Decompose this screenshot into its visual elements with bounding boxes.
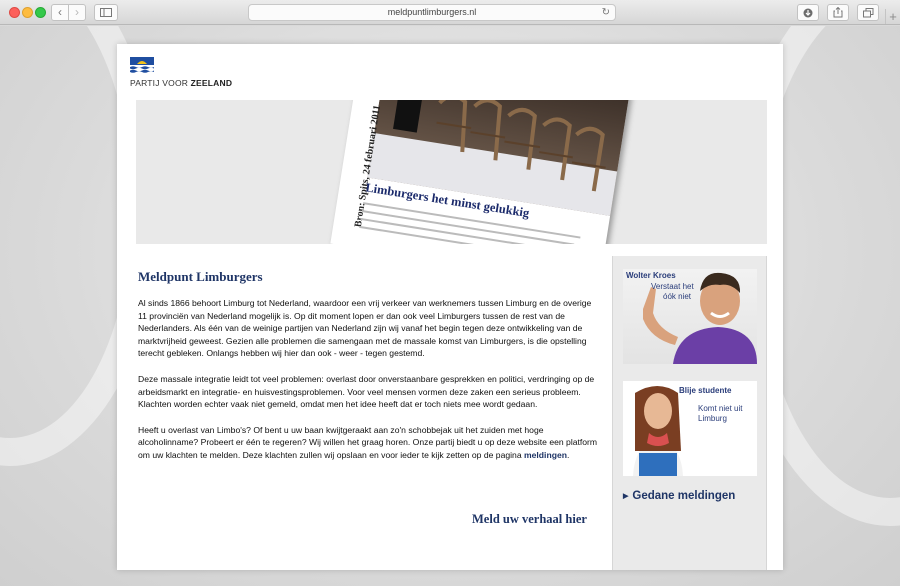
- download-icon: [803, 8, 813, 18]
- clipping-text-line: [361, 210, 575, 244]
- ad1-title: Wolter Kroes: [626, 271, 676, 280]
- url-text: meldpuntlimburgers.nl: [387, 7, 477, 17]
- address-bar[interactable]: meldpuntlimburgers.nl ↻: [248, 4, 616, 21]
- header-banner: Bron: Spits, 24 februari 2011 Limburgers…: [136, 100, 767, 244]
- student-photo: [633, 386, 683, 476]
- complaints-paragraph: Heeft u overlast van Limbo's? Of bent u …: [138, 424, 598, 460]
- share-button[interactable]: [827, 4, 849, 21]
- intro-paragraph: Al sinds 1866 behoort Limburg tot Nederl…: [138, 298, 592, 359]
- web-page: PARTIJ VOOR ZEELAND Bron: Spits, 24 febr…: [117, 44, 783, 570]
- wolter-kroes-ad[interactable]: Wolter Kroes Verstaat het óók niet: [623, 269, 757, 364]
- chevron-left-icon: ‹: [58, 5, 62, 19]
- new-tab-button[interactable]: +: [885, 9, 900, 24]
- ad1-subtitle-1: Verstaat het: [651, 282, 694, 291]
- problems-paragraph: Deze massale integratie leidt tot veel p…: [138, 373, 595, 410]
- meld-uw-verhaal-link[interactable]: Meld uw verhaal hier: [472, 512, 587, 527]
- newspaper-clipping: Bron: Spits, 24 februari 2011 Limburgers…: [330, 100, 630, 244]
- tabs-icon: [862, 8, 873, 18]
- right-sidebar: Wolter Kroes Verstaat het óók niet Blije…: [612, 256, 767, 570]
- close-window-button[interactable]: [9, 7, 20, 18]
- ad2-title: Blije studente: [679, 386, 732, 395]
- page-title: Meldpunt Limburgers: [138, 269, 263, 284]
- minimize-window-button[interactable]: [22, 7, 33, 18]
- logo-text: PARTIJ VOOR ZEELAND: [130, 78, 233, 88]
- site-logo[interactable]: PARTIJ VOOR ZEELAND: [130, 57, 232, 88]
- triangle-right-icon: ▶: [623, 493, 629, 500]
- downloads-button[interactable]: [797, 4, 819, 21]
- reload-icon[interactable]: ↻: [602, 5, 610, 20]
- main-content: Meldpunt Limburgers Al sinds 1866 behoor…: [138, 269, 600, 475]
- chevron-right-icon: ›: [75, 5, 79, 19]
- sidebar-toggle-button[interactable]: [94, 4, 118, 21]
- sidebar-icon: [100, 8, 112, 17]
- zeeland-flag-icon: [130, 57, 154, 74]
- blije-studente-ad[interactable]: Blije studente Komt niet uit Limburg: [623, 381, 757, 476]
- ad2-subtitle-1: Komt niet uit: [698, 404, 743, 413]
- share-icon: [833, 6, 843, 18]
- tabs-overview-button[interactable]: [857, 4, 879, 21]
- meldingen-link[interactable]: meldingen: [524, 450, 567, 460]
- forward-button[interactable]: ›: [68, 4, 86, 21]
- browser-toolbar: ‹ › meldpuntlimburgers.nl ↻ +: [0, 0, 900, 25]
- ad1-subtitle-2: óók niet: [663, 292, 692, 301]
- gedane-meldingen-label: Gedane meldingen: [632, 490, 736, 502]
- ad2-subtitle-2: Limburg: [698, 414, 727, 423]
- back-button[interactable]: ‹: [51, 4, 69, 21]
- gedane-meldingen-link[interactable]: ▶ Gedane meldingen: [623, 490, 735, 502]
- zoom-window-button[interactable]: [35, 7, 46, 18]
